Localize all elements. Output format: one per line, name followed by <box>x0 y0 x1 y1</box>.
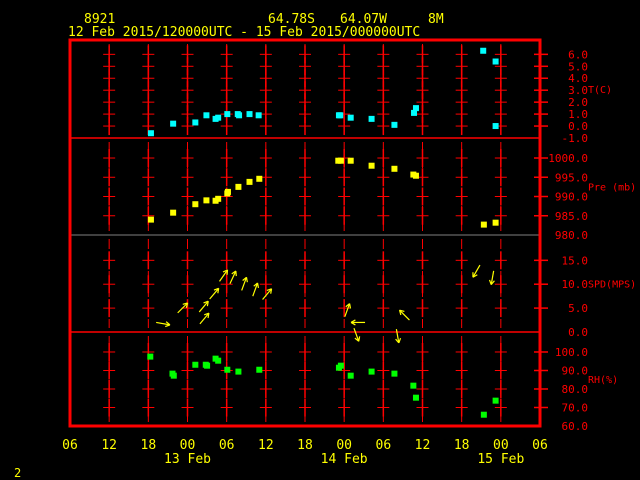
y-tick-label-pressure: 980.0 <box>555 229 588 242</box>
x-tick-label: 00 <box>336 438 352 453</box>
pressure-point <box>203 197 210 204</box>
y-tick-label-rh: 60.0 <box>562 420 589 433</box>
rh-point <box>410 382 417 389</box>
temp-point <box>391 121 398 128</box>
x-tick-label: 12 <box>101 438 117 453</box>
x-day-label: 13 Feb <box>164 452 211 467</box>
rh-point <box>256 366 263 373</box>
temp-point <box>347 114 354 121</box>
x-tick-label: 06 <box>532 438 548 453</box>
rh-point <box>147 353 154 360</box>
rh-point <box>391 370 398 377</box>
y-tick-label-rh: 70.0 <box>562 401 589 414</box>
pressure-point <box>256 175 263 182</box>
wind-arrow-head <box>349 303 352 309</box>
x-tick-label: 00 <box>180 438 196 453</box>
temp-point <box>236 112 243 119</box>
x-tick-label: 00 <box>493 438 509 453</box>
rh-point <box>412 394 419 401</box>
y-tick-label-rh: 100.0 <box>555 346 588 359</box>
panel-label-rh: RH(%) <box>588 375 618 386</box>
temp-point <box>203 112 210 119</box>
panel-label-temp: T(C) <box>588 85 612 96</box>
pressure-point <box>170 209 177 216</box>
pressure-point <box>347 157 354 164</box>
temp-point <box>224 111 231 118</box>
pressure-point <box>147 216 154 223</box>
pressure-point <box>412 172 419 179</box>
pressure-point <box>480 221 487 228</box>
y-tick-label-rh: 90.0 <box>562 364 589 377</box>
wind-arrow-head <box>488 279 492 285</box>
y-tick-label-pressure: 1000.0 <box>548 152 588 165</box>
wind-arrow-head <box>256 282 260 289</box>
x-tick-label: 18 <box>141 438 157 453</box>
y-tick-label-pressure: 990.0 <box>555 191 588 204</box>
pressure-point <box>192 201 199 208</box>
temp-point <box>215 114 222 121</box>
rh-point <box>337 362 344 369</box>
temp-point <box>480 47 487 54</box>
footer-label: 2 <box>14 466 21 480</box>
x-day-label: 14 Feb <box>321 452 368 467</box>
wind-arrow-head <box>165 324 171 328</box>
temp-point <box>492 123 499 130</box>
y-tick-label-wind: 0.0 <box>568 326 588 339</box>
x-tick-label: 06 <box>62 438 78 453</box>
temp-point <box>368 115 375 122</box>
y-tick-label-rh: 80.0 <box>562 383 589 396</box>
station-elev: 8M <box>428 12 444 27</box>
x-tick-label: 18 <box>454 438 470 453</box>
temp-point <box>170 120 177 127</box>
pressure-point <box>224 188 231 195</box>
y-tick-label-temp: -1.0 <box>562 132 589 145</box>
x-tick-label: 18 <box>297 438 313 453</box>
temp-point <box>255 112 262 119</box>
x-day-label: 15 Feb <box>477 452 524 467</box>
x-tick-label: 06 <box>219 438 235 453</box>
temp-point <box>192 119 199 126</box>
rh-point <box>480 411 487 418</box>
rh-point <box>170 372 177 379</box>
time-range: 12 Feb 2015/120000UTC - 15 Feb 2015/0000… <box>68 25 420 40</box>
rh-point <box>192 361 199 368</box>
panel-label-wind: SPD(MPS) <box>588 280 636 291</box>
rh-point <box>224 366 231 373</box>
x-tick-label: 06 <box>376 438 392 453</box>
rh-point <box>347 372 354 379</box>
rh-point <box>204 362 211 369</box>
temp-point <box>147 130 154 137</box>
y-tick-label-wind: 15.0 <box>562 254 589 267</box>
y-tick-label-wind: 5.0 <box>568 302 588 315</box>
pressure-point <box>391 165 398 172</box>
rh-point <box>492 397 499 404</box>
pressure-point <box>368 162 375 169</box>
rh-point <box>235 368 242 375</box>
y-tick-label-pressure: 985.0 <box>555 210 588 223</box>
pressure-point <box>492 219 499 226</box>
pressure-point <box>246 178 253 185</box>
wind-arrow <box>399 309 410 321</box>
temp-point <box>492 58 499 65</box>
temp-point <box>246 111 253 118</box>
temp-point <box>412 105 419 112</box>
meteogram: 8921 64.78S 64.07W 8M 12 Feb 2015/120000… <box>14 12 636 480</box>
x-tick-label: 12 <box>415 438 431 453</box>
wind-arrow-head <box>398 338 402 344</box>
pressure-point <box>215 195 222 202</box>
panel-label-pressure: Pre (mb) <box>588 183 636 194</box>
y-tick-label-pressure: 995.0 <box>555 171 588 184</box>
rh-point <box>215 357 222 364</box>
temp-point <box>337 112 344 119</box>
rh-point <box>368 368 375 375</box>
wind-arrow-head <box>358 336 361 342</box>
x-tick-label: 12 <box>258 438 274 453</box>
wind-arrow-head <box>245 277 248 283</box>
pressure-point <box>337 157 344 164</box>
y-tick-label-wind: 10.0 <box>562 278 589 291</box>
pressure-point <box>235 183 242 190</box>
